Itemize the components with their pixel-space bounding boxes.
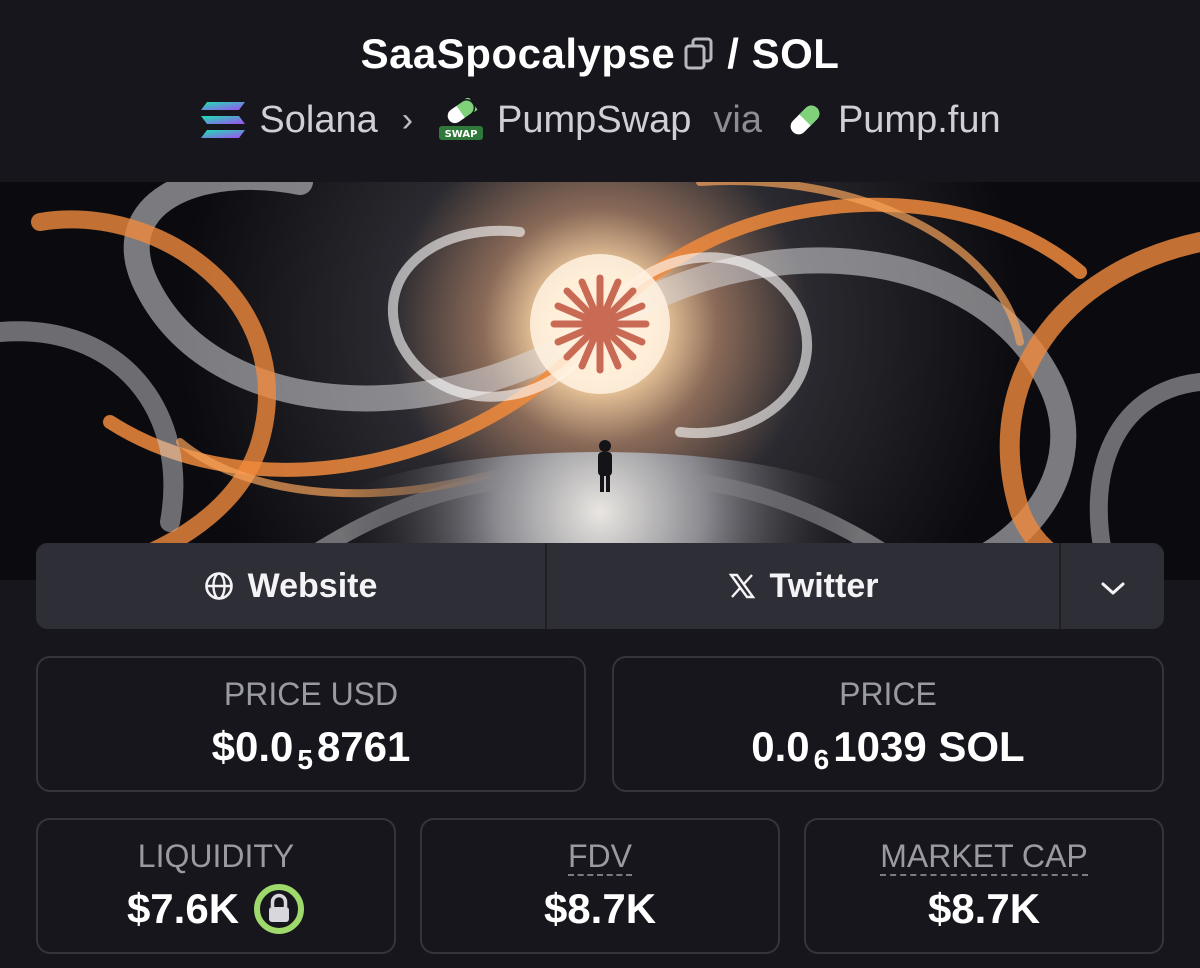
liquidity-card: LIQUIDITY $7.6K — [36, 818, 396, 954]
pill-icon — [784, 100, 826, 140]
fdv-label: FDV — [568, 838, 632, 876]
pair-header: SaaSpocalypse / SOL Solana › SWAP PumpSw… — [0, 0, 1200, 182]
pumpswap-icon: SWAP — [437, 98, 485, 142]
liquidity-value: $7.6K — [38, 883, 394, 935]
price-usd-label: PRICE USD — [223, 676, 399, 712]
website-label: Website — [247, 566, 378, 605]
via-label: via — [713, 98, 762, 141]
solana-icon — [199, 100, 247, 140]
liquidity-label: LIQUIDITY — [137, 838, 295, 874]
chain-link[interactable]: Solana — [259, 99, 377, 142]
price-usd-card: PRICE USD $0.0 58761 — [36, 656, 586, 792]
asterisk-logo-icon — [550, 274, 650, 374]
fdv-value: $8.7K — [543, 885, 657, 932]
lock-icon[interactable] — [253, 883, 305, 935]
social-links-bar: Website Twitter — [36, 543, 1164, 629]
globe-icon — [204, 571, 234, 601]
price-sol-label: PRICE — [839, 676, 937, 712]
pair-separator: / — [727, 30, 740, 77]
website-button[interactable]: Website — [36, 543, 547, 629]
price-sol-card: PRICE 0.0 61039 SOL — [612, 656, 1164, 792]
fdv-card[interactable]: FDV $8.7K — [420, 818, 780, 954]
more-links-button[interactable] — [1061, 543, 1164, 629]
market-cap-label: MARKET CAP — [880, 838, 1088, 876]
price-sol-value: 0.0 61039 SOL — [751, 723, 1025, 775]
x-logo-icon — [728, 572, 756, 600]
chain-breadcrumb: Solana › SWAP PumpSwap via Pump.fun — [0, 98, 1200, 142]
chevron-right-icon: › — [401, 100, 414, 139]
chevron-down-icon — [1100, 567, 1126, 606]
quote-symbol: SOL — [751, 30, 840, 77]
copy-icon[interactable] — [683, 33, 715, 81]
launchpad-link[interactable]: Pump.fun — [838, 99, 1001, 142]
token-banner-image — [0, 182, 1200, 580]
dex-link[interactable]: PumpSwap — [497, 99, 691, 142]
svg-text:SWAP: SWAP — [445, 129, 478, 140]
market-cap-value: $8.7K — [927, 885, 1041, 932]
pair-title: SaaSpocalypse / SOL — [0, 30, 1200, 81]
market-cap-card[interactable]: MARKET CAP $8.7K — [804, 818, 1164, 954]
twitter-button[interactable]: Twitter — [547, 543, 1061, 629]
price-usd-value: $0.0 58761 — [211, 723, 411, 775]
token-name: SaaSpocalypse — [360, 30, 676, 77]
twitter-label: Twitter — [769, 566, 879, 605]
